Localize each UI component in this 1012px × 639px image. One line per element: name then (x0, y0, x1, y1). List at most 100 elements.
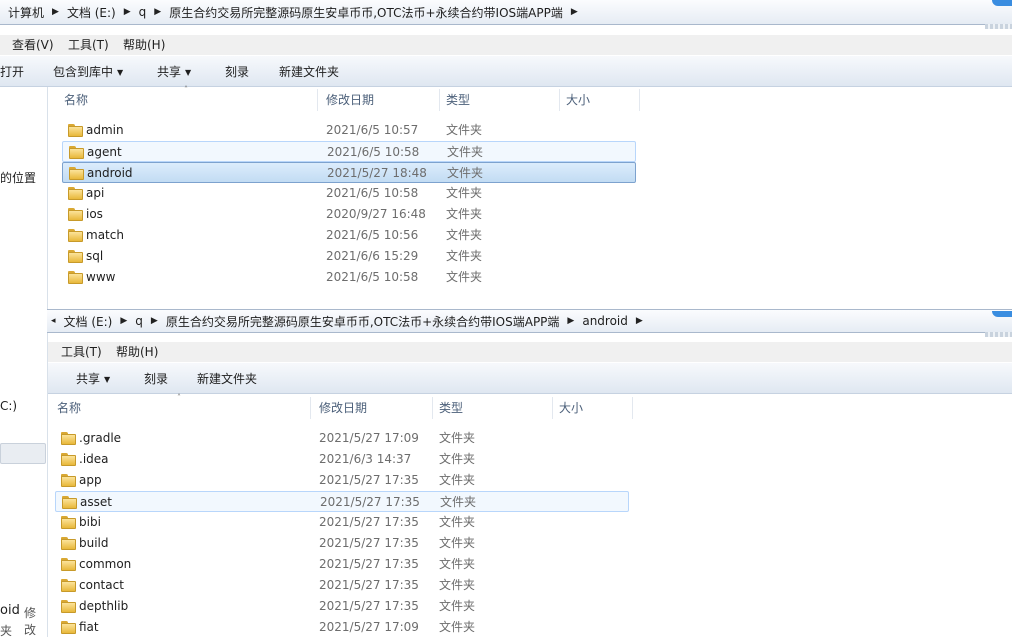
file-type: 文件夹 (440, 495, 477, 509)
share-button[interactable]: 共享 ▼ (76, 370, 110, 387)
file-row[interactable]: .gradle 2021/5/27 17:09 文件夹 (55, 428, 629, 449)
file-row[interactable]: agent 2021/6/5 10:58 文件夹 (62, 141, 636, 162)
chevron-right-icon[interactable]: ▶ (147, 316, 162, 326)
breadcrumb-project-folder[interactable]: 原生合约交易所完整源码原生安卓币币,OTC法币+永续合约带IOS端APP端 (165, 4, 567, 21)
file-name: bibi (79, 515, 101, 529)
nav-item-location[interactable]: 的位置 (0, 169, 36, 186)
file-type: 文件夹 (439, 473, 476, 487)
menu-help[interactable]: 帮助(H) (123, 36, 165, 53)
folder-icon (68, 271, 83, 284)
file-name: android (87, 166, 133, 180)
file-type: 文件夹 (446, 123, 483, 137)
column-headers: 名称 ˄ 修改日期 类型 大小 (60, 85, 640, 113)
column-header-size[interactable]: 大小 (562, 89, 640, 111)
file-name: build (79, 536, 109, 550)
include-in-library-button[interactable]: 包含到库中 ▼ (53, 63, 123, 80)
breadcrumb-q[interactable]: q (135, 5, 151, 19)
menu-tools[interactable]: 工具(T) (61, 343, 102, 360)
file-date: 2021/6/6 15:29 (326, 249, 419, 263)
column-header-type[interactable]: 类型 (442, 89, 560, 111)
file-row[interactable]: fiat 2021/5/27 17:09 文件夹 (55, 617, 629, 638)
new-folder-button[interactable]: 新建文件夹 (279, 63, 339, 80)
dropdown-arrow-icon: ▼ (117, 68, 124, 77)
chevron-right-icon[interactable]: ▶ (120, 7, 135, 17)
folder-icon (61, 579, 76, 592)
column-headers-2: 名称 ˄ 修改日期 类型 大小 (53, 393, 633, 421)
file-type: 文件夹 (439, 557, 476, 571)
file-date: 2021/5/27 17:09 (319, 620, 419, 634)
file-type: 文件夹 (447, 166, 484, 180)
breadcrumb-documents-e[interactable]: 文档 (E:) (60, 313, 117, 330)
breadcrumb-android[interactable]: android (578, 314, 632, 328)
file-row[interactable]: .idea 2021/6/3 14:37 文件夹 (55, 449, 629, 470)
chevron-right-icon[interactable]: ▶ (116, 316, 131, 326)
navigation-pane[interactable]: 的位置 C:) oid 修改 夹 (0, 87, 48, 638)
window-corner-decoration (992, 0, 1012, 6)
breadcrumb-documents-e[interactable]: 文档 (E:) (63, 4, 120, 21)
file-date: 2020/9/27 16:48 (326, 207, 426, 221)
column-header-size[interactable]: 大小 (555, 397, 633, 419)
folder-icon (61, 621, 76, 634)
folder-icon (61, 516, 76, 529)
menu-bar: 查看(V) 工具(T) 帮助(H) (0, 35, 1012, 55)
resize-grip (985, 332, 1012, 337)
file-row[interactable]: api 2021/6/5 10:58 文件夹 (62, 183, 636, 204)
burn-button[interactable]: 刻录 (225, 63, 249, 80)
column-header-type[interactable]: 类型 (435, 397, 553, 419)
chevron-left-icon[interactable]: ◂ (47, 316, 60, 326)
column-header-date[interactable]: 修改日期 (315, 397, 433, 419)
file-row[interactable]: depthlib 2021/5/27 17:35 文件夹 (55, 596, 629, 617)
chevron-right-icon[interactable]: ▶ (632, 316, 647, 326)
file-date: 2021/6/5 10:58 (326, 270, 419, 284)
burn-button[interactable]: 刻录 (144, 370, 168, 387)
chevron-right-icon[interactable]: ▶ (48, 7, 63, 17)
column-header-name[interactable]: 名称 (60, 89, 318, 111)
chevron-right-icon[interactable]: ▶ (563, 316, 578, 326)
nav-item-drive-c[interactable]: C:) (0, 399, 17, 413)
file-date: 2021/6/5 10:58 (326, 186, 419, 200)
file-row[interactable]: match 2021/6/5 10:56 文件夹 (62, 225, 636, 246)
file-name: .idea (79, 452, 109, 466)
nav-scroll-thumb[interactable] (0, 443, 46, 464)
share-label: 共享 (76, 372, 101, 386)
file-date: 2021/6/5 10:58 (327, 145, 420, 159)
folder-icon (68, 187, 83, 200)
file-row[interactable]: asset 2021/5/27 17:35 文件夹 (55, 491, 629, 512)
file-type: 文件夹 (439, 536, 476, 550)
file-row[interactable]: ios 2020/9/27 16:48 文件夹 (62, 204, 636, 225)
file-type: 文件夹 (446, 270, 483, 284)
file-row[interactable]: app 2021/5/27 17:35 文件夹 (55, 470, 629, 491)
breadcrumb-project-folder[interactable]: 原生合约交易所完整源码原生安卓币币,OTC法币+永续合约带IOS端APP端 (162, 313, 564, 330)
column-header-date[interactable]: 修改日期 (322, 89, 440, 111)
file-type: 文件夹 (446, 249, 483, 263)
column-header-name[interactable]: 名称 (53, 397, 311, 419)
menu-bar-2: 工具(T) 帮助(H) (48, 342, 1012, 362)
share-button[interactable]: 共享 ▼ (157, 63, 191, 80)
file-row[interactable]: sql 2021/6/6 15:29 文件夹 (62, 246, 636, 267)
address-bar-2[interactable]: ◂ 文档 (E:) ▶ q ▶ 原生合约交易所完整源码原生安卓币币,OTC法币+永续… (47, 309, 1012, 333)
file-row[interactable]: bibi 2021/5/27 17:35 文件夹 (55, 512, 629, 533)
file-type: 文件夹 (446, 228, 483, 242)
menu-help[interactable]: 帮助(H) (116, 343, 158, 360)
file-type: 文件夹 (439, 578, 476, 592)
chevron-right-icon[interactable]: ▶ (567, 7, 582, 17)
address-bar[interactable]: 计算机 ▶ 文档 (E:) ▶ q ▶ 原生合约交易所完整源码原生安卓币币,OTC法币… (0, 0, 1012, 25)
file-row[interactable]: common 2021/5/27 17:35 文件夹 (55, 554, 629, 575)
menu-view[interactable]: 查看(V) (12, 36, 54, 53)
file-row[interactable]: contact 2021/5/27 17:35 文件夹 (55, 575, 629, 596)
command-bar: 打开 包含到库中 ▼ 共享 ▼ 刻录 新建文件夹 (0, 56, 1012, 87)
breadcrumb-computer[interactable]: 计算机 (4, 4, 48, 21)
file-row[interactable]: www 2021/6/5 10:58 文件夹 (62, 267, 636, 288)
file-date: 2021/5/27 18:48 (327, 166, 427, 180)
file-date: 2021/5/27 17:35 (319, 536, 419, 550)
folder-icon (68, 124, 83, 137)
menu-tools[interactable]: 工具(T) (68, 36, 109, 53)
file-row[interactable]: android 2021/5/27 18:48 文件夹 (62, 162, 636, 183)
file-row[interactable]: admin 2021/6/5 10:57 文件夹 (62, 120, 636, 141)
folder-icon (61, 453, 76, 466)
file-row[interactable]: build 2021/5/27 17:35 文件夹 (55, 533, 629, 554)
breadcrumb-q[interactable]: q (131, 314, 147, 328)
chevron-right-icon[interactable]: ▶ (150, 7, 165, 17)
open-button[interactable]: 打开 (0, 63, 24, 80)
new-folder-button[interactable]: 新建文件夹 (197, 370, 257, 387)
